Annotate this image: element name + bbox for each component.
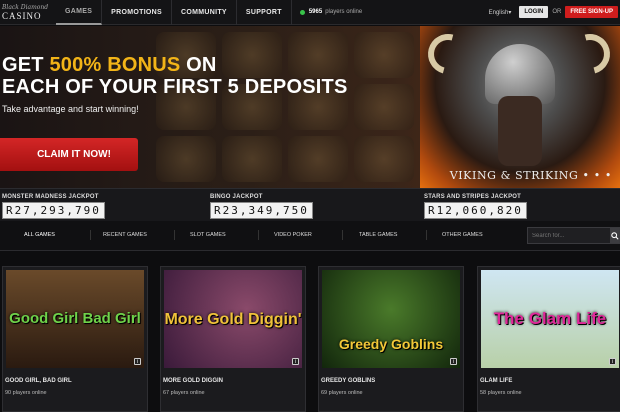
- filter-all-games[interactable]: ALL GAMES: [24, 232, 55, 238]
- divider: [342, 230, 343, 240]
- jackpot-title: BINGO JACKPOT: [210, 194, 263, 200]
- casino-logo[interactable]: Black Diamond CASINO: [0, 0, 56, 25]
- game-card[interactable]: More Gold Diggin' i MORE GOLD DIGGIN 67 …: [160, 266, 306, 412]
- game-search: [527, 227, 620, 244]
- signup-button[interactable]: FREE SIGN-UP: [565, 6, 618, 18]
- search-input[interactable]: [528, 228, 610, 243]
- search-button[interactable]: [610, 228, 619, 243]
- game-name[interactable]: GOOD GIRL, BAD GIRL: [5, 378, 72, 384]
- divider: [90, 230, 91, 240]
- main-nav: GAMES PROMOTIONS COMMUNITY SUPPORT: [56, 0, 292, 25]
- slot-reels-image: [150, 26, 420, 188]
- promo-banner[interactable]: GET 500% BONUS ON EACH OF YOUR FIRST 5 D…: [0, 26, 620, 188]
- info-icon[interactable]: i: [609, 358, 616, 365]
- promo-headline: GET 500% BONUS ON EACH OF YOUR FIRST 5 D…: [2, 54, 347, 98]
- game-thumbnail[interactable]: The Glam Life i: [481, 270, 619, 368]
- game-players: 90 players online: [5, 390, 47, 396]
- jackpot-value: R23,349,750: [210, 202, 313, 219]
- divider: [174, 230, 175, 240]
- jackpot-value: R12,060,820: [424, 202, 527, 219]
- headline-line2: EACH OF YOUR FIRST 5 DEPOSITS: [2, 76, 348, 98]
- jackpot-title: STARS AND STRIPES JACKPOT: [424, 194, 522, 200]
- game-card[interactable]: Good Girl Bad Girl i GOOD GIRL, BAD GIRL…: [2, 266, 148, 412]
- jackpot-bar: MONSTER MADNESS JACKPOT R27,293,790 BING…: [0, 188, 620, 221]
- jackpot-value: R27,293,790: [2, 202, 105, 219]
- login-button[interactable]: LOGIN: [519, 6, 549, 18]
- featured-game-title: VIKING & STRIKING • • •: [450, 169, 612, 182]
- headline-bonus: 500% BONUS: [49, 54, 181, 76]
- game-card[interactable]: The Glam Life i GLAM LIFE 58 players onl…: [477, 266, 620, 412]
- players-online-count: 5965: [308, 9, 323, 15]
- logo-line2: CASINO: [2, 10, 42, 21]
- game-players: 67 players online: [163, 390, 205, 396]
- players-online-label: players online: [325, 9, 363, 15]
- jackpot-title: MONSTER MADNESS JACKPOT: [2, 194, 99, 200]
- viking-image: [420, 26, 620, 188]
- jackpot-monster-madness: MONSTER MADNESS JACKPOT R27,293,790: [2, 194, 105, 219]
- thumbnail-title: Good Girl Bad Girl: [9, 310, 141, 327]
- players-online: 5965 players online: [292, 9, 362, 15]
- nav-community[interactable]: COMMUNITY: [172, 0, 237, 25]
- game-name[interactable]: GLAM LIFE: [480, 378, 512, 384]
- game-thumbnail[interactable]: More Gold Diggin' i: [164, 270, 302, 368]
- language-label: English: [488, 9, 509, 16]
- logo-line1: Black Diamond: [2, 3, 49, 11]
- game-card[interactable]: Greedy Goblins i GREEDY GOBLINS 69 playe…: [318, 266, 464, 412]
- filter-slot-games[interactable]: SLOT GAMES: [190, 232, 226, 238]
- filter-recent-games[interactable]: RECENT GAMES: [103, 232, 147, 238]
- thumbnail-title: The Glam Life: [493, 309, 607, 328]
- thumbnail-title: More Gold Diggin': [164, 310, 302, 328]
- info-icon[interactable]: i: [292, 358, 299, 365]
- headline-pre: GET: [2, 54, 50, 76]
- game-players: 58 players online: [480, 390, 522, 396]
- headline-post: ON: [180, 54, 217, 76]
- online-status-icon: [299, 9, 305, 15]
- filter-table-games[interactable]: TABLE GAMES: [359, 232, 397, 238]
- nav-games[interactable]: GAMES: [56, 0, 103, 25]
- thumbnail-title: Greedy Goblins: [338, 335, 444, 352]
- game-grid: Good Girl Bad Girl i GOOD GIRL, BAD GIRL…: [0, 262, 620, 412]
- game-players: 69 players online: [321, 390, 363, 396]
- game-thumbnail[interactable]: Good Girl Bad Girl i: [6, 270, 144, 368]
- jackpot-stars-stripes: STARS AND STRIPES JACKPOT R12,060,820: [424, 194, 527, 219]
- filter-other-games[interactable]: OTHER GAMES: [442, 232, 483, 238]
- carousel-dots[interactable]: • • •: [583, 169, 612, 182]
- nav-support[interactable]: SUPPORT: [237, 0, 292, 25]
- or-label: OR: [552, 9, 562, 15]
- game-name[interactable]: GREEDY GOBLINS: [321, 378, 375, 384]
- top-bar: Black Diamond CASINO GAMES PROMOTIONS CO…: [0, 0, 620, 25]
- claim-button[interactable]: CLAIM IT NOW!: [0, 138, 138, 171]
- filter-video-poker[interactable]: VIDEO POKER: [274, 232, 312, 238]
- divider: [426, 230, 427, 240]
- account-area: English▾ LOGIN OR FREE SIGN-UP: [489, 6, 620, 18]
- jackpot-bingo: BINGO JACKPOT R23,349,750: [210, 194, 313, 219]
- divider: [258, 230, 259, 240]
- info-icon[interactable]: i: [134, 358, 141, 365]
- promo-subtitle: Take advantage and start winning!: [2, 104, 139, 114]
- info-icon[interactable]: i: [450, 358, 457, 365]
- caret-down-icon: ▾: [508, 9, 512, 16]
- language-selector[interactable]: English▾: [489, 9, 512, 16]
- game-thumbnail[interactable]: Greedy Goblins i: [322, 270, 460, 368]
- search-icon: [610, 231, 619, 240]
- game-name[interactable]: MORE GOLD DIGGIN: [163, 378, 223, 384]
- featured-game-name: VIKING & STRIKING: [449, 169, 579, 182]
- nav-promotions[interactable]: PROMOTIONS: [102, 0, 173, 25]
